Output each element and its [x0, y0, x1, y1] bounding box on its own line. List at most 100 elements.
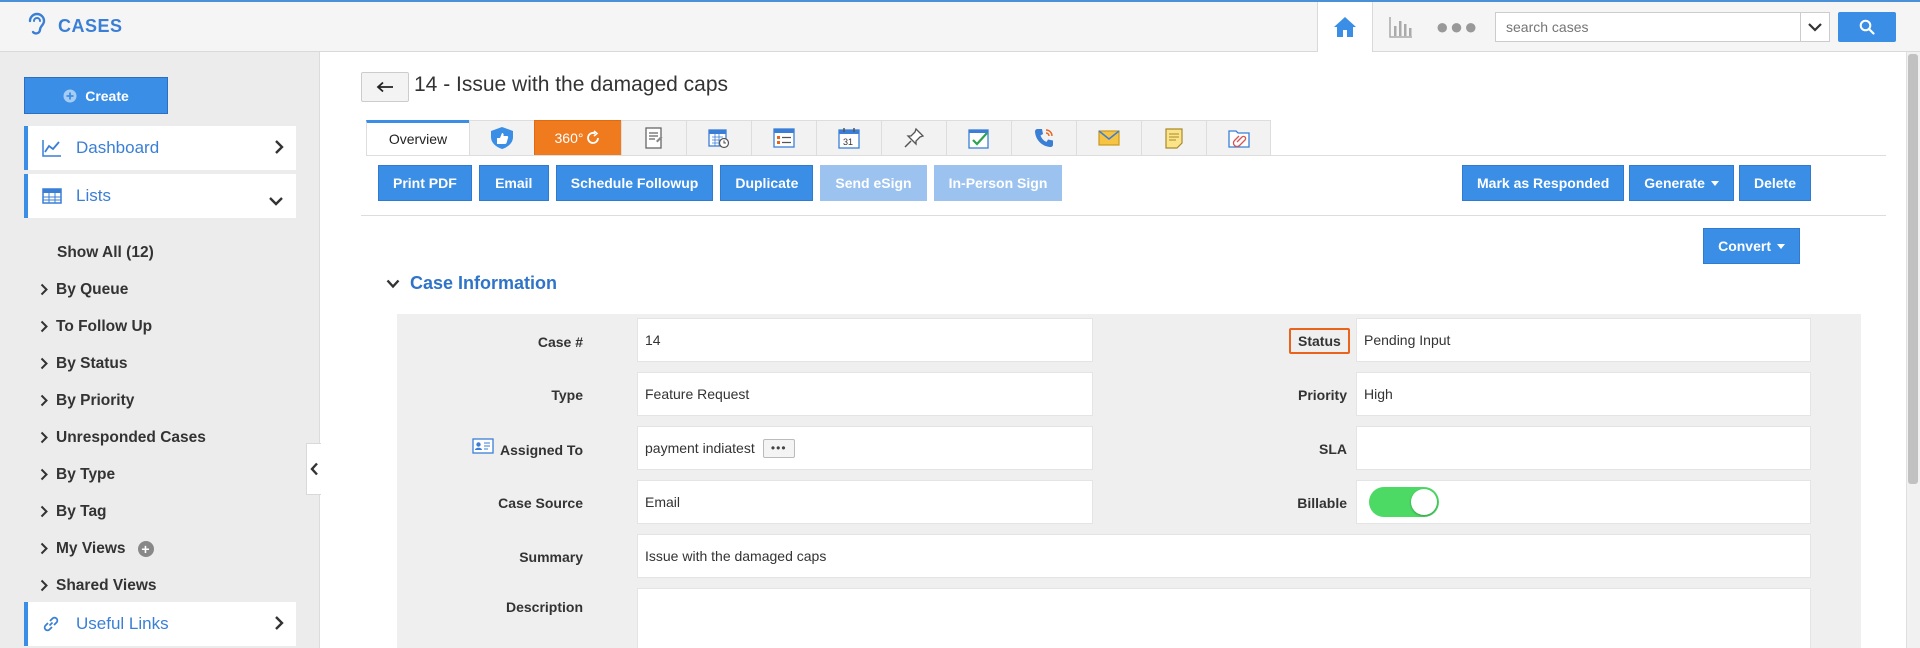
- back-arrow-icon: [376, 81, 393, 93]
- tab-overview[interactable]: Overview: [366, 120, 469, 156]
- tab-events[interactable]: 31: [816, 120, 881, 156]
- plus-circle-icon: [63, 89, 77, 102]
- billable-toggle[interactable]: [1369, 487, 1439, 517]
- page-scrollbar-thumb[interactable]: [1908, 54, 1918, 484]
- list-item-to-follow-up[interactable]: To Follow Up: [40, 308, 206, 345]
- top-bar: CASES ●●●: [0, 0, 1920, 53]
- caret-down-icon: [1777, 243, 1785, 249]
- sidebar-item-dashboard[interactable]: Dashboard: [24, 126, 296, 170]
- assigned-to-more-button[interactable]: •••: [762, 438, 795, 458]
- line-chart-icon: [42, 139, 64, 157]
- chevron-right-icon: [40, 357, 56, 370]
- in-person-sign-button[interactable]: In-Person Sign: [933, 165, 1063, 201]
- priority-field[interactable]: High: [1356, 372, 1811, 416]
- create-button[interactable]: Create: [24, 77, 168, 114]
- home-button[interactable]: [1317, 1, 1373, 53]
- case-information-form: Case # 14 Status Pending Input Type Feat…: [397, 314, 1861, 648]
- more-apps-button[interactable]: ●●●: [1429, 2, 1485, 52]
- duplicate-button[interactable]: Duplicate: [720, 165, 814, 201]
- tab-customer[interactable]: [469, 120, 534, 156]
- attachment-folder-icon: [1227, 130, 1250, 148]
- app-logo[interactable]: CASES: [26, 12, 123, 41]
- page-title: 14 - Issue with the damaged caps: [414, 73, 729, 96]
- description-label: Description: [505, 599, 583, 615]
- list-item-by-priority[interactable]: By Priority: [40, 382, 206, 419]
- document-icon: [645, 127, 663, 149]
- mark-as-responded-button[interactable]: Mark as Responded: [1462, 165, 1625, 201]
- record-tabs: Overview 360° 31: [366, 120, 1271, 156]
- caret-down-icon: [1710, 180, 1719, 186]
- chevron-down-icon: [386, 279, 400, 288]
- chevron-down-icon: [1808, 23, 1822, 32]
- summary-label: Summary: [519, 549, 583, 565]
- dashboard-label: Dashboard: [76, 138, 160, 157]
- tab-pins[interactable]: [881, 120, 946, 156]
- tab-calls[interactable]: [1011, 120, 1076, 156]
- list-item-show-all[interactable]: Show All (12): [40, 234, 206, 271]
- toolbar-divider: [361, 215, 1886, 216]
- sla-field[interactable]: [1356, 426, 1811, 470]
- chevron-down-icon: [268, 191, 284, 211]
- ear-icon: [26, 12, 48, 41]
- summary-field[interactable]: Issue with the damaged caps: [637, 534, 1811, 578]
- app-title: CASES: [58, 16, 123, 36]
- type-field[interactable]: Feature Request: [637, 372, 1093, 416]
- phone-icon: [1035, 129, 1053, 147]
- tab-details[interactable]: [751, 120, 816, 156]
- tab-notes[interactable]: [621, 120, 686, 156]
- tab-calendar[interactable]: [686, 120, 751, 156]
- list-item-shared-views[interactable]: Shared Views: [40, 567, 206, 604]
- search-input[interactable]: [1495, 12, 1800, 42]
- sidebar-item-lists[interactable]: Lists: [24, 174, 296, 218]
- refresh-icon: [587, 130, 600, 144]
- list-item-by-queue[interactable]: By Queue: [40, 271, 206, 308]
- tab-tasks[interactable]: [946, 120, 1011, 156]
- print-pdf-button[interactable]: Print PDF: [378, 165, 472, 201]
- useful-links-label: Useful Links: [76, 614, 169, 633]
- thumbs-up-shield-icon: [491, 127, 513, 149]
- contact-card-icon: [472, 438, 494, 454]
- case-number-field[interactable]: 14: [637, 318, 1093, 362]
- case-source-field[interactable]: Email: [637, 480, 1093, 524]
- schedule-followup-button[interactable]: Schedule Followup: [555, 165, 714, 201]
- action-toolbar-right: Mark as Responded Generate Delete: [1462, 165, 1811, 201]
- delete-button[interactable]: Delete: [1738, 165, 1811, 201]
- reports-button[interactable]: [1373, 2, 1429, 52]
- action-toolbar: Print PDF Email Schedule Followup Duplic…: [378, 165, 1063, 201]
- search-button[interactable]: [1838, 12, 1896, 42]
- assigned-to-field[interactable]: payment indiatest •••: [637, 426, 1093, 470]
- bar-chart-icon: [1389, 17, 1412, 38]
- send-esign-button[interactable]: Send eSign: [820, 165, 927, 201]
- description-field[interactable]: [637, 588, 1811, 648]
- list-item-by-tag[interactable]: By Tag: [40, 493, 206, 530]
- sla-label: SLA: [1319, 441, 1347, 457]
- tab-sticky-notes[interactable]: [1141, 120, 1206, 156]
- more-dots-icon: ●●●: [1435, 14, 1479, 39]
- status-field[interactable]: Pending Input: [1356, 318, 1811, 362]
- convert-dropdown[interactable]: Convert: [1703, 228, 1800, 264]
- billable-field: [1356, 480, 1811, 524]
- list-item-by-status[interactable]: By Status: [40, 345, 206, 382]
- back-button[interactable]: [361, 72, 409, 102]
- search-dropdown[interactable]: [1800, 12, 1830, 42]
- create-label: Create: [85, 87, 129, 104]
- chevron-right-icon: [40, 283, 56, 296]
- list-item-by-type[interactable]: By Type: [40, 456, 206, 493]
- main-content: 14 - Issue with the damaged caps Overvie…: [321, 52, 1906, 648]
- tab-360-view[interactable]: 360°: [534, 120, 621, 156]
- chevron-right-icon: [40, 505, 56, 518]
- sidebar-item-useful-links[interactable]: Useful Links: [24, 602, 296, 646]
- tab-attachments[interactable]: [1206, 120, 1271, 156]
- billable-label: Billable: [1297, 495, 1347, 511]
- list-item-my-views[interactable]: My Views +: [40, 530, 206, 567]
- email-button[interactable]: Email: [478, 165, 549, 201]
- chevron-right-icon: [40, 579, 56, 592]
- tab-emails[interactable]: [1076, 120, 1141, 156]
- list-item-unresponded-cases[interactable]: Unresponded Cases: [40, 419, 206, 456]
- case-source-label: Case Source: [498, 495, 583, 511]
- section-case-information[interactable]: Case Information: [386, 273, 557, 294]
- sidebar-collapse-toggle[interactable]: [306, 443, 322, 495]
- generate-dropdown[interactable]: Generate: [1629, 165, 1734, 201]
- add-view-icon[interactable]: +: [137, 540, 154, 557]
- chevron-right-icon: [274, 139, 284, 160]
